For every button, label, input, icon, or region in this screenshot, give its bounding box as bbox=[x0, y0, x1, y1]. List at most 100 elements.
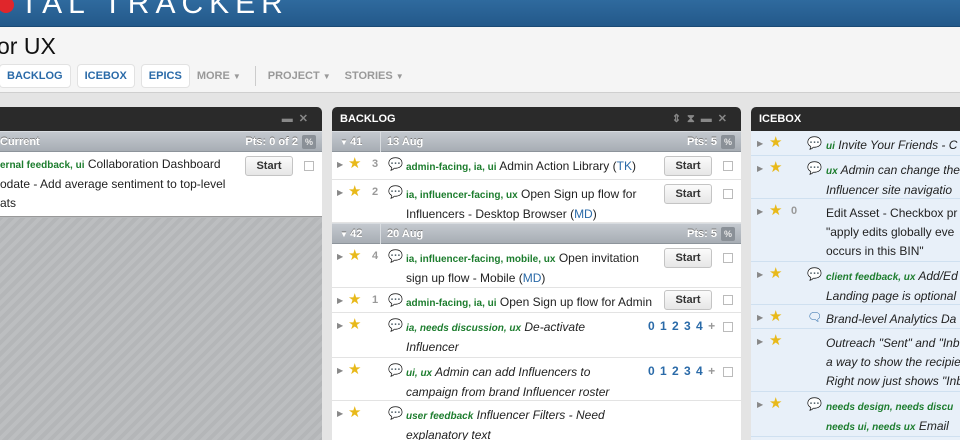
icebox-story[interactable]: ▶ ★ 🗨 Brand-level Analytics Da bbox=[751, 305, 960, 329]
hourglass-icon[interactable]: ⧗ bbox=[687, 113, 701, 125]
story-text: ia, influencer-facing, mobile, ux Open i… bbox=[406, 249, 639, 288]
collapse-icon[interactable]: ▬ bbox=[701, 113, 718, 125]
story-title-tail: ) bbox=[592, 207, 597, 221]
owner-initials[interactable]: MD bbox=[523, 271, 542, 285]
start-button[interactable]: Start bbox=[664, 184, 712, 204]
expand-icon[interactable]: ▶ bbox=[337, 160, 343, 169]
start-button[interactable]: Start bbox=[245, 156, 293, 176]
story-labels[interactable]: admin-facing, ia, ui bbox=[406, 298, 497, 309]
iteration-bar-41[interactable]: ▼ 41 13 Aug Pts: 5 % bbox=[332, 131, 741, 152]
nav-project-dropdown[interactable]: PROJECT ▼ bbox=[268, 65, 331, 87]
expand-icon[interactable]: ▶ bbox=[757, 270, 763, 279]
close-icon[interactable]: ✕ bbox=[299, 113, 314, 125]
story-labels[interactable]: ernal feedback, ui bbox=[0, 160, 84, 171]
start-button[interactable]: Start bbox=[664, 156, 712, 176]
current-story[interactable]: ernal feedback, ui Collaboration Dashboa… bbox=[0, 152, 322, 217]
story-text: needs design, needs discu needs ui, needs… bbox=[826, 397, 953, 437]
nav-project-label: PROJECT bbox=[267, 70, 320, 82]
icebox-story[interactable]: ▶ ★ 0 Edit Asset - Checkbox pr "apply edi… bbox=[751, 199, 960, 262]
start-button[interactable]: Start bbox=[664, 248, 712, 268]
nav-divider bbox=[254, 66, 256, 86]
expand-icon[interactable]: ▶ bbox=[337, 296, 343, 305]
select-checkbox[interactable] bbox=[723, 253, 733, 263]
story-row[interactable]: ▶ ★ 💬 user feedback Influencer Filters -… bbox=[332, 401, 741, 440]
expand-icon[interactable]: ▶ bbox=[337, 252, 343, 261]
iteration-percent-toggle[interactable]: % bbox=[721, 227, 735, 241]
start-button[interactable]: Start bbox=[664, 290, 712, 310]
logo-dot-icon bbox=[0, 0, 14, 13]
story-labels[interactable]: ia, influencer-facing, mobile, ux bbox=[406, 254, 555, 265]
icebox-story[interactable]: ▶ ★ Outreach "Sent" and "Inb a way to sho… bbox=[751, 329, 960, 392]
story-row[interactable]: ▶ ★ 💬 ui, ux Admin can add Influencers t… bbox=[332, 358, 741, 401]
expand-icon[interactable]: ▶ bbox=[757, 400, 763, 409]
icebox-story[interactable]: ▶ ★ 💬 ux Admin can change the Influencer … bbox=[751, 156, 960, 199]
story-labels-line2[interactable]: needs ui, needs ux bbox=[826, 422, 915, 433]
story-labels[interactable]: ui, ux bbox=[406, 368, 432, 379]
expand-icon[interactable]: ▶ bbox=[337, 409, 343, 418]
story-title-line2: Influencer bbox=[406, 340, 459, 354]
nav-stories-dropdown[interactable]: STORIES ▼ bbox=[345, 65, 404, 87]
sort-icon[interactable]: ⇕ bbox=[672, 113, 687, 125]
project-header: or UX BACKLOG ICEBOX EPICS MORE ▼ PROJECT… bbox=[0, 27, 960, 93]
nav-more-dropdown[interactable]: MORE ▼ bbox=[197, 65, 241, 87]
comment-icon: 💬 bbox=[388, 185, 403, 199]
story-title: Collaboration Dashboard bbox=[87, 157, 221, 171]
estimate-options[interactable]: 0 1 2 3 4 bbox=[648, 319, 704, 333]
story-row[interactable]: ▶ ★ 2 💬 ia, influencer-facing, ux Open S… bbox=[332, 180, 741, 223]
plus-icon[interactable]: + bbox=[708, 364, 716, 378]
story-row[interactable]: ▶ ★ 1 💬 admin-facing, ia, ui Open Sign u… bbox=[332, 288, 741, 313]
expand-icon[interactable]: ▶ bbox=[757, 207, 763, 216]
estimate-selector[interactable]: 0 1 2 3 4 + bbox=[648, 364, 716, 378]
iteration-bar-42[interactable]: ▼ 42 20 Aug Pts: 5 % bbox=[332, 223, 741, 244]
expand-icon[interactable]: ▶ bbox=[757, 337, 763, 346]
story-labels[interactable]: admin-facing, ia, ui bbox=[406, 162, 497, 173]
story-text: ui Invite Your Friends - C bbox=[826, 136, 957, 156]
panel-controls: ⇕⧗▬✕ bbox=[672, 107, 733, 131]
icebox-story[interactable]: ▶ ★ 💬 client feedback, ux Add/Ed Landing … bbox=[751, 262, 960, 305]
story-row[interactable]: ▶ ★ 4 💬 ia, influencer-facing, mobile, u… bbox=[332, 244, 741, 288]
icebox-story[interactable]: ▶ ★ 💬 ui Invite Your Friends - C bbox=[751, 131, 960, 156]
select-checkbox[interactable] bbox=[304, 161, 314, 171]
icebox-panel: ICEBOX ▶ ★ 💬 ui Invite Your Friends - C … bbox=[751, 107, 960, 440]
story-labels[interactable]: ui bbox=[826, 141, 835, 152]
nav-epics-button[interactable]: EPICS bbox=[141, 65, 189, 87]
close-icon[interactable]: ✕ bbox=[718, 113, 733, 125]
story-title-tail: ) bbox=[631, 159, 636, 173]
owner-initials[interactable]: TK bbox=[617, 159, 632, 173]
story-labels[interactable]: client feedback, ux bbox=[826, 272, 915, 283]
estimate-options[interactable]: 0 1 2 3 4 bbox=[648, 364, 704, 378]
story-row[interactable]: ▶ ★ 3 💬 admin-facing, ia, ui Admin Actio… bbox=[332, 152, 741, 180]
expand-icon[interactable]: ▶ bbox=[757, 164, 763, 173]
story-title-line3: occurs in this BIN" bbox=[826, 244, 924, 258]
iteration-percent-toggle[interactable]: % bbox=[721, 135, 735, 149]
plus-icon[interactable]: + bbox=[708, 319, 716, 333]
select-checkbox[interactable] bbox=[723, 322, 733, 332]
select-checkbox[interactable] bbox=[723, 161, 733, 171]
expand-icon[interactable]: ▶ bbox=[337, 366, 343, 375]
expand-icon[interactable]: ▶ bbox=[337, 321, 343, 330]
story-title-line2: odate - Add average sentiment to top-lev… bbox=[0, 177, 226, 191]
story-labels[interactable]: ia, needs discussion, ux bbox=[406, 323, 521, 334]
story-row[interactable]: ▶ ★ 💬 ia, needs discussion, ux De-activa… bbox=[332, 313, 741, 358]
story-title: Email bbox=[918, 419, 949, 433]
owner-initials[interactable]: MD bbox=[574, 207, 593, 221]
expand-icon[interactable]: ▶ bbox=[757, 139, 763, 148]
select-checkbox[interactable] bbox=[723, 367, 733, 377]
story-labels[interactable]: ia, influencer-facing, ux bbox=[406, 190, 518, 201]
panel-nav: BACKLOG ICEBOX EPICS MORE ▼ PROJECT ▼ STOR… bbox=[0, 64, 418, 88]
story-labels[interactable]: ux bbox=[826, 166, 838, 177]
brand-logo[interactable]: TAL TRACKER bbox=[0, 0, 289, 21]
icebox-story[interactable]: ▶ ★ 💬 needs design, needs discu needs ui,… bbox=[751, 392, 960, 437]
nav-backlog-button[interactable]: BACKLOG bbox=[0, 65, 70, 87]
select-checkbox[interactable] bbox=[723, 295, 733, 305]
expand-icon[interactable]: ▶ bbox=[757, 313, 763, 322]
estimate-selector[interactable]: 0 1 2 3 4 + bbox=[648, 319, 716, 333]
collapse-icon[interactable]: ▬ bbox=[282, 113, 299, 125]
select-checkbox[interactable] bbox=[723, 189, 733, 199]
comment-icon: 💬 bbox=[388, 363, 403, 377]
iteration-percent-toggle[interactable]: % bbox=[302, 135, 316, 149]
story-labels[interactable]: user feedback bbox=[406, 411, 473, 422]
expand-icon[interactable]: ▶ bbox=[337, 188, 343, 197]
nav-icebox-button[interactable]: ICEBOX bbox=[77, 65, 134, 87]
story-labels[interactable]: needs design, needs discu bbox=[826, 402, 953, 413]
